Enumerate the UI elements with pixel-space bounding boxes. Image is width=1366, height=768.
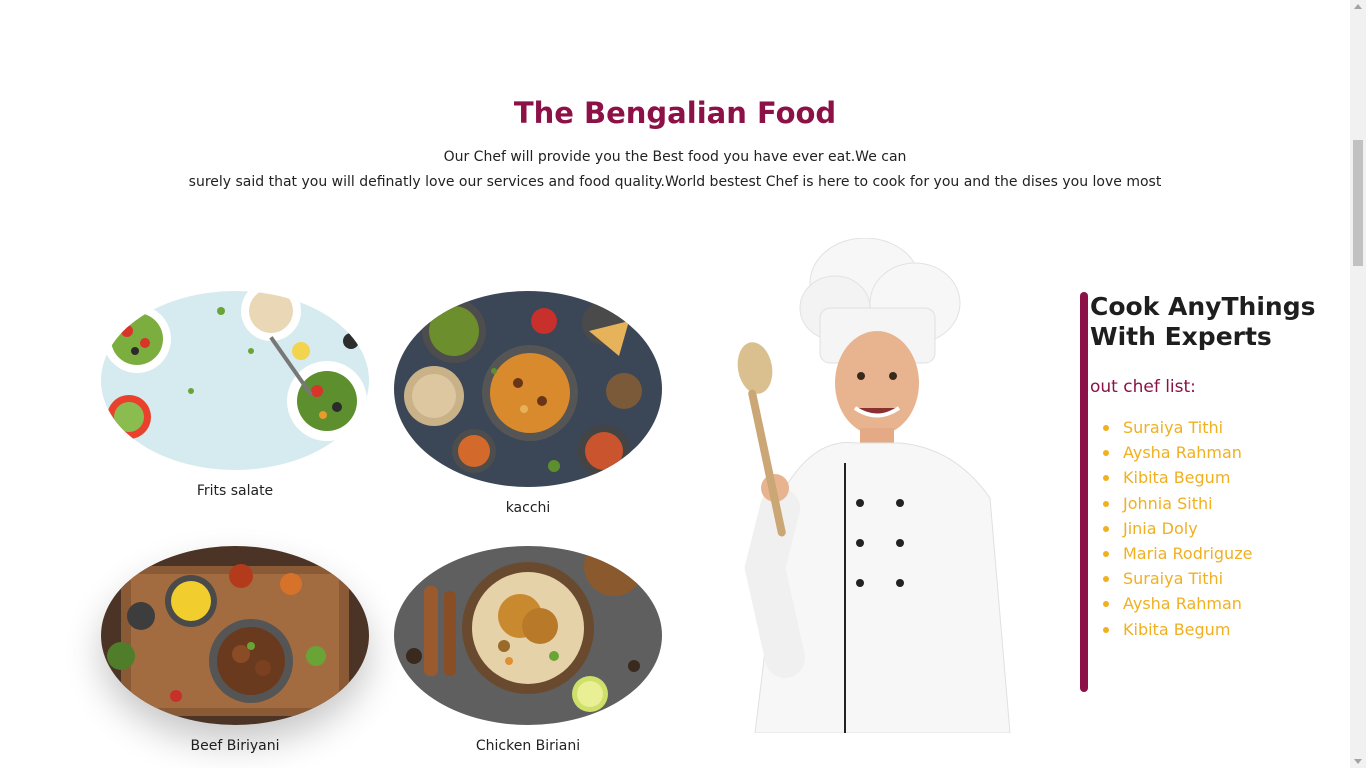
food-image-kacchi [394,291,662,487]
chef-list-item: Jinia Doly [1103,516,1340,541]
food-caption: kacchi [505,500,551,516]
chef-list-item: Aysha Rahman [1103,440,1340,465]
food-card-kacchi[interactable]: kacchi [394,291,662,516]
chef-list-item: Maria Rodriguze [1103,541,1340,566]
food-caption: Chicken Biriani [475,738,581,754]
section-subtitle: Our Chef will provide you the Best food … [0,145,1350,195]
subtitle-line-1: Our Chef will provide you the Best food … [443,149,907,165]
chef-list-item: Kibita Begum [1103,465,1340,490]
food-card-frits-salate[interactable]: Frits salate [101,291,369,499]
food-image-salad [101,291,369,470]
scroll-down-arrow-icon[interactable] [1354,759,1362,764]
scrollbar-thumb[interactable] [1353,140,1363,266]
food-caption: Beef Biriyani [190,738,280,754]
chef-image [725,237,1025,734]
chef-list-item: Suraiya Tithi [1103,566,1340,591]
chef-list-item: Johnia Sithi [1103,491,1340,516]
food-card-beef-biriyani[interactable]: Beef Biriyani [101,546,369,754]
page: The Bengalian Food Our Chef will provide… [0,0,1350,768]
scroll-up-arrow-icon[interactable] [1354,4,1362,9]
section-title: The Bengalian Food [513,96,837,130]
vertical-scrollbar[interactable] [1350,0,1366,768]
food-image-chicken-biriani [394,546,662,725]
experts-title: Cook AnyThings With Experts [1090,292,1316,351]
chef-list: Suraiya Tithi Aysha Rahman Kibita Begum … [1103,415,1340,642]
chef-list-item: Aysha Rahman [1103,591,1340,616]
food-caption: Frits salate [196,483,274,499]
subtitle-line-2: surely said that you will definatly love… [188,174,1162,190]
chef-list-item: Kibita Begum [1103,617,1340,642]
experts-panel: Cook AnyThings With Experts out chef lis… [1090,292,1340,642]
experts-accent-bar [1080,292,1088,692]
chef-list-label: out chef list: [1090,377,1196,397]
food-card-chicken-biriani[interactable]: Chicken Biriani [394,546,662,754]
chef-list-item: Suraiya Tithi [1103,415,1340,440]
food-image-beef-biriyani [101,546,369,725]
